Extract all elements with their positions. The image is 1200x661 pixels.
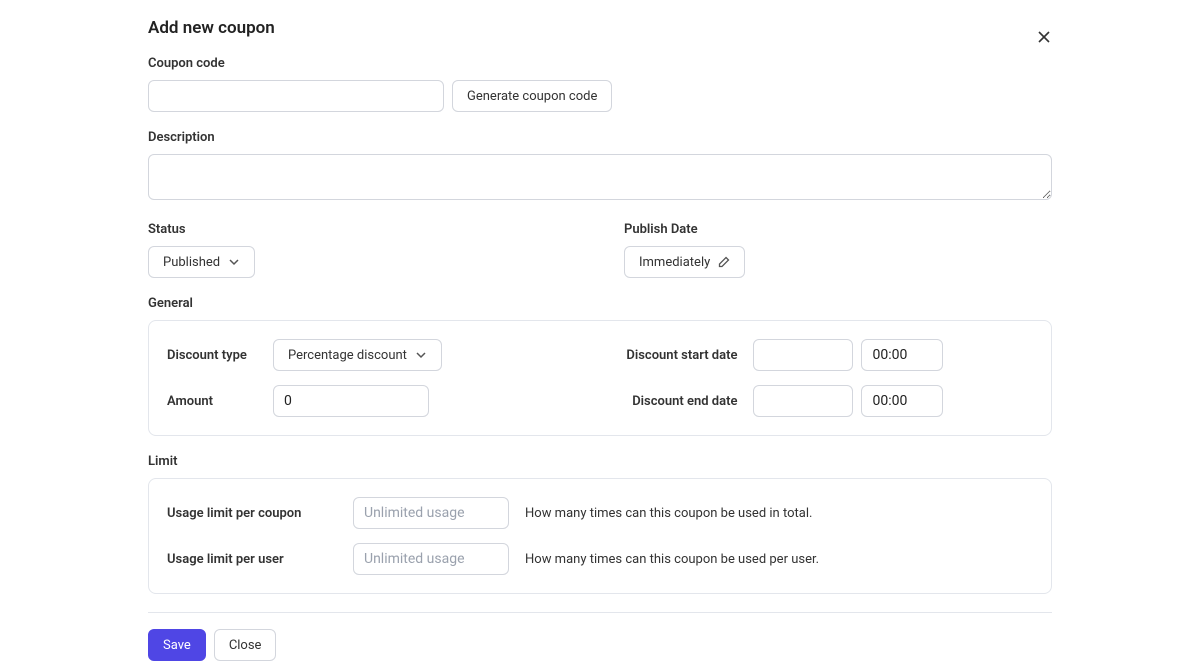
save-button[interactable]: Save	[148, 629, 206, 661]
description-input[interactable]	[148, 154, 1052, 200]
coupon-code-label: Coupon code	[148, 56, 1052, 71]
publish-date-button[interactable]: Immediately	[624, 246, 745, 278]
general-card: Discount type Percentage discount Discou…	[148, 320, 1052, 436]
chevron-down-icon	[228, 256, 240, 268]
general-section-label: General	[148, 296, 1052, 311]
status-select[interactable]: Published	[148, 246, 255, 278]
generate-coupon-code-button[interactable]: Generate coupon code	[452, 80, 612, 112]
discount-type-value: Percentage discount	[288, 348, 407, 363]
discount-type-label: Discount type	[167, 348, 257, 363]
usage-limit-per-user-input[interactable]	[353, 543, 509, 575]
close-icon[interactable]	[1036, 29, 1052, 45]
usage-limit-per-coupon-input[interactable]	[353, 497, 509, 529]
discount-start-date-label: Discount start date	[547, 348, 737, 363]
usage-limit-per-user-label: Usage limit per user	[167, 552, 337, 567]
divider	[148, 612, 1052, 613]
discount-type-select[interactable]: Percentage discount	[273, 339, 442, 371]
status-value: Published	[163, 255, 220, 270]
discount-start-date-input[interactable]	[753, 339, 853, 371]
description-label: Description	[148, 130, 1052, 145]
discount-end-date-label: Discount end date	[547, 394, 737, 409]
amount-input[interactable]	[273, 385, 429, 417]
limit-card: Usage limit per coupon How many times ca…	[148, 478, 1052, 594]
limit-section-label: Limit	[148, 454, 1052, 469]
page-title: Add new coupon	[148, 18, 275, 38]
publish-date-label: Publish Date	[624, 222, 1052, 237]
publish-date-value: Immediately	[639, 255, 710, 270]
pencil-icon	[718, 256, 730, 268]
usage-limit-per-user-help: How many times can this coupon be used p…	[525, 552, 1033, 567]
discount-start-time-input[interactable]	[861, 339, 943, 371]
coupon-code-input[interactable]	[148, 80, 444, 112]
usage-limit-per-coupon-help: How many times can this coupon be used i…	[525, 506, 1033, 521]
status-label: Status	[148, 222, 576, 237]
close-button[interactable]: Close	[214, 629, 277, 661]
discount-end-time-input[interactable]	[861, 385, 943, 417]
generate-coupon-code-label: Generate coupon code	[467, 89, 597, 104]
discount-end-date-input[interactable]	[753, 385, 853, 417]
chevron-down-icon	[415, 349, 427, 361]
usage-limit-per-coupon-label: Usage limit per coupon	[167, 506, 337, 521]
amount-label: Amount	[167, 394, 257, 409]
save-button-label: Save	[163, 638, 191, 653]
close-button-label: Close	[229, 638, 262, 653]
